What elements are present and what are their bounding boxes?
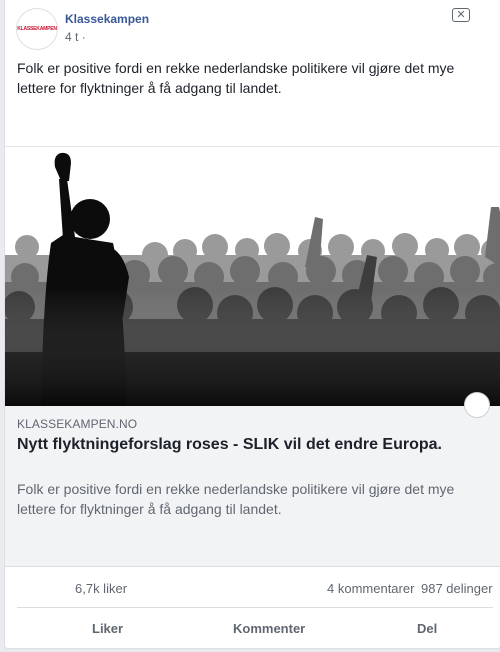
link-domain: KLASSEKAMPEN.NO — [17, 417, 138, 431]
link-preview-image[interactable] — [5, 147, 500, 406]
close-icon[interactable]: ✕ — [452, 8, 470, 22]
post-card: KLASSEKAMPEN Klassekampen 4 t · ✕ Folk e… — [4, 0, 500, 649]
share-button[interactable]: Del — [417, 621, 437, 636]
comment-button[interactable]: Kommenter — [233, 621, 305, 636]
avatar[interactable]: KLASSEKAMPEN — [16, 8, 58, 50]
crowd-silhouette-image — [5, 147, 500, 406]
shares-count[interactable]: 987 delinger — [421, 581, 493, 596]
page-name-link[interactable]: Klassekampen — [65, 12, 149, 26]
action-bar: Liker Kommenter Del — [5, 608, 500, 648]
like-button[interactable]: Liker — [92, 621, 123, 636]
post-meta: 4 t · — [65, 30, 86, 44]
save-link-circle-button[interactable] — [464, 392, 490, 418]
link-preview-box[interactable]: KLASSEKAMPEN.NO Nytt flyktningeforslag r… — [5, 406, 500, 566]
close-glyph: ✕ — [456, 8, 466, 21]
avatar-logo-text: KLASSEKAMPEN — [17, 26, 57, 32]
comments-count[interactable]: 4 kommentarer — [327, 581, 414, 596]
post-text: Folk er positive fordi en rekke nederlan… — [17, 60, 455, 96]
meta-separator: · — [81, 30, 86, 44]
post-timestamp[interactable]: 4 t — [65, 30, 78, 44]
reaction-stats: 6,7k liker 4 kommentarer 987 delinger — [5, 567, 500, 607]
likes-count[interactable]: 6,7k liker — [75, 581, 127, 596]
link-description: Folk er positive fordi en rekke nederlan… — [17, 481, 455, 517]
post-header: KLASSEKAMPEN Klassekampen 4 t · ✕ — [5, 0, 500, 60]
link-title[interactable]: Nytt flyktningeforslag roses - SLIK vil … — [17, 435, 487, 455]
